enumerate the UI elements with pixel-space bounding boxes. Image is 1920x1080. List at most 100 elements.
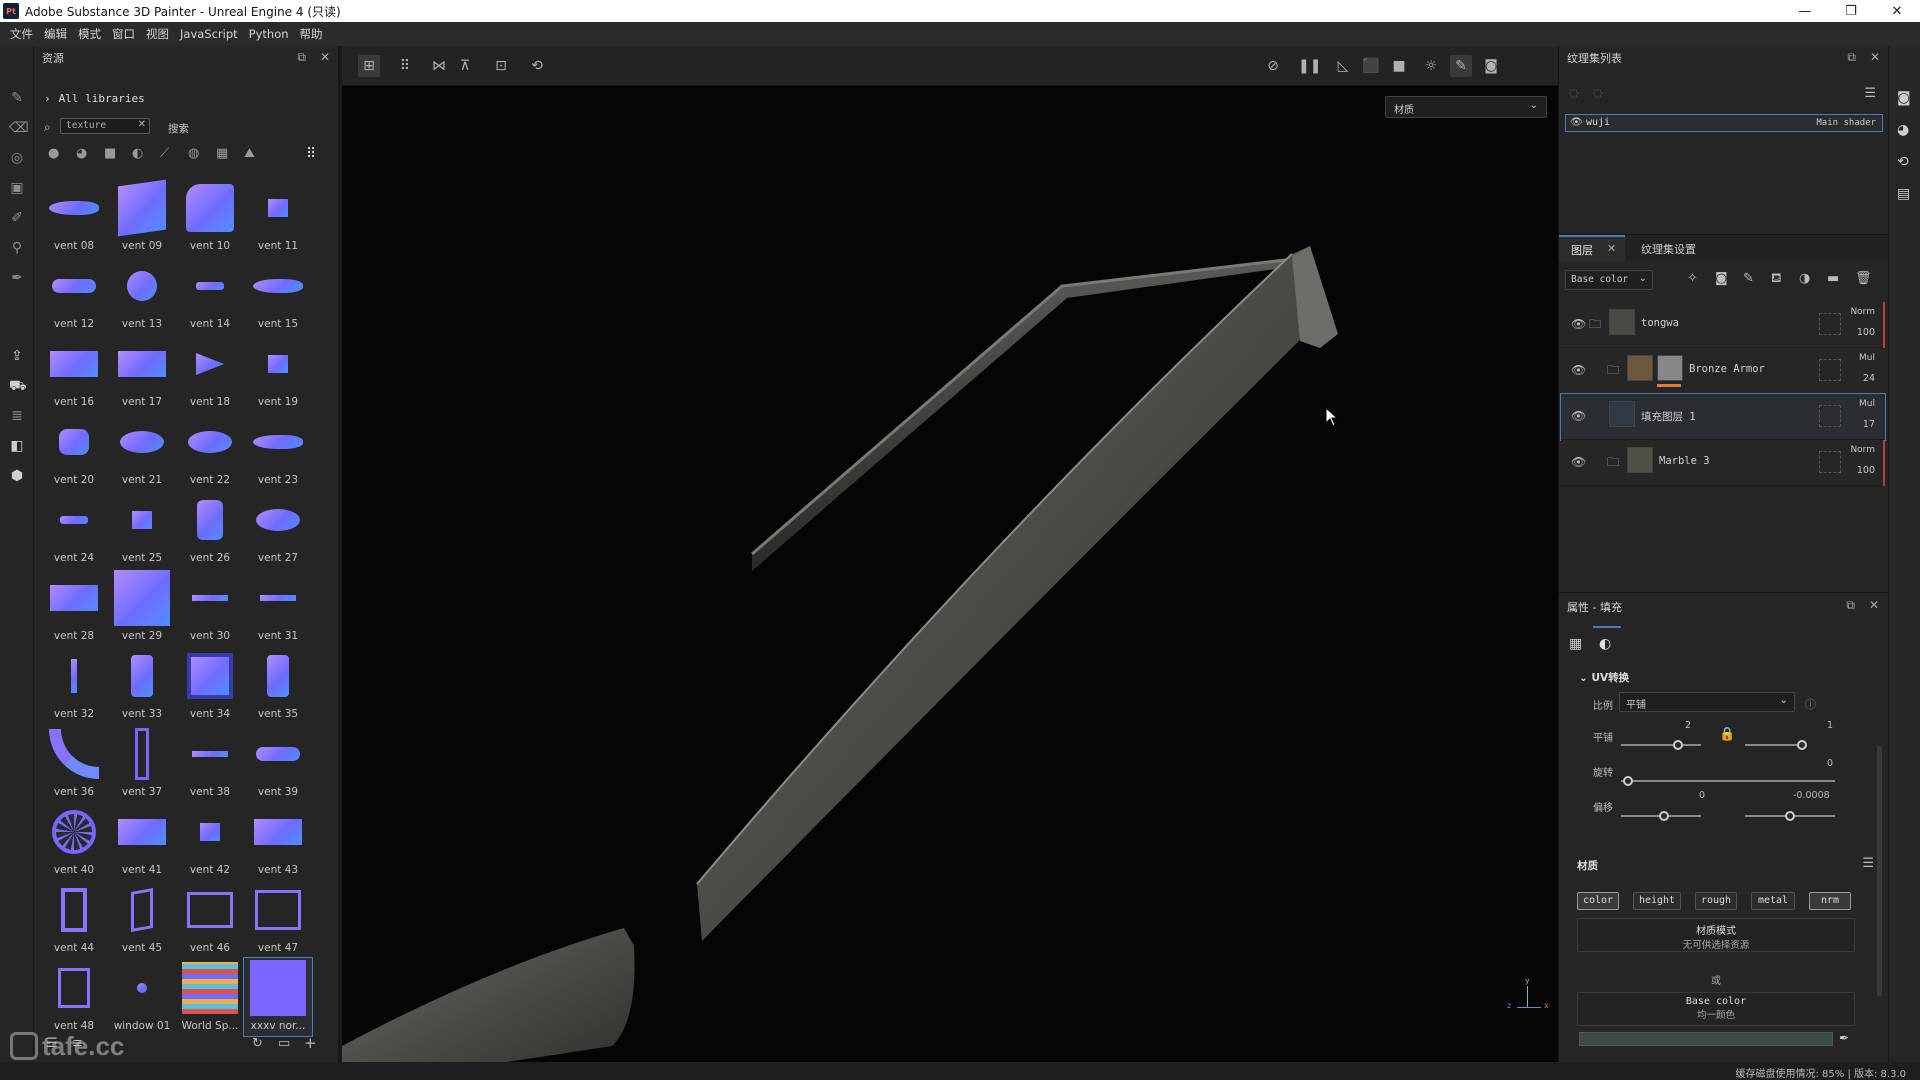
display-settings-icon[interactable]: ◕	[1897, 122, 1909, 138]
menu-lines-icon[interactable]: ☰	[1864, 86, 1876, 101]
asset-tile[interactable]: vent 41	[108, 802, 176, 880]
chip-nrm[interactable]: nrm	[1809, 892, 1851, 910]
asset-tile[interactable]: vent 11	[244, 178, 312, 256]
smart-material-layer-icon[interactable]: ◑	[1799, 271, 1810, 286]
close-panel-icon[interactable]: ✕	[1870, 50, 1880, 65]
grid-view-icon[interactable]: ⠿	[306, 146, 316, 162]
view-2d-icon[interactable]: ◺	[1332, 55, 1354, 77]
close-panel-icon[interactable]: ✕	[1869, 598, 1879, 612]
asset-tile[interactable]: vent 23	[244, 412, 312, 490]
menu-python[interactable]: Python	[249, 27, 289, 41]
frame-icon[interactable]: ⊡	[490, 55, 512, 77]
base-color-swatch[interactable]	[1579, 1032, 1833, 1046]
alpha-icon[interactable]: ◍	[188, 146, 199, 161]
material-properties-icon[interactable]: ◐	[1599, 636, 1611, 652]
history-icon[interactable]: ⟲	[526, 55, 548, 77]
asset-tile[interactable]: vent 25	[108, 490, 176, 568]
camera-icon[interactable]: ■	[1388, 55, 1410, 77]
asset-tile[interactable]: vent 20	[40, 412, 108, 490]
menu-file[interactable]: 文件	[10, 26, 33, 42]
asset-tile[interactable]: vent 28	[40, 568, 108, 646]
tile-v-knob[interactable]	[1797, 740, 1807, 750]
viewport-model[interactable]	[342, 86, 1558, 1062]
search-input[interactable]: texture ✕	[60, 118, 150, 134]
asset-tile[interactable]: vent 37	[108, 724, 176, 802]
asset-tile[interactable]: vent 26	[176, 490, 244, 568]
asset-tile[interactable]: vent 13	[108, 256, 176, 334]
light-icon[interactable]: ☼	[1420, 55, 1442, 77]
tab-layers[interactable]: 图层 ✕	[1559, 235, 1625, 261]
export-icon[interactable]: ⇪	[9, 348, 25, 364]
symmetry-y-icon[interactable]: ⊼	[454, 55, 476, 77]
asset-tile[interactable]: vent 18	[176, 334, 244, 412]
asset-tile[interactable]: vent 27	[244, 490, 312, 568]
clone-stamp-icon[interactable]: ⚲	[9, 240, 25, 256]
asset-tile[interactable]: vent 39	[244, 724, 312, 802]
asset-tile[interactable]: vent 22	[176, 412, 244, 490]
environment-icon[interactable]: ⛰	[244, 146, 255, 161]
asset-tile[interactable]: vent 29	[108, 568, 176, 646]
material-mode-box[interactable]: 材质模式 无可供选择资源	[1577, 918, 1855, 952]
asset-tile[interactable]: vent 08	[40, 178, 108, 256]
menu-view[interactable]: 视图	[146, 26, 169, 42]
tile-v-slider[interactable]	[1745, 744, 1805, 746]
menu-help[interactable]: 帮助	[300, 26, 323, 42]
effects-icon[interactable]: ✧	[1687, 271, 1698, 286]
asset-tile[interactable]: vent 16	[40, 334, 108, 412]
menu-javascript[interactable]: JavaScript	[180, 27, 238, 41]
close-panel-icon[interactable]: ✕	[320, 50, 330, 65]
uv-section-title[interactable]: ⌄ UV转换	[1579, 670, 1629, 685]
minimize-button[interactable]: —	[1782, 0, 1828, 22]
visibility-icon[interactable]: ◌	[1593, 86, 1603, 99]
shelf-icon[interactable]: ≣	[9, 408, 25, 424]
fill-properties-icon[interactable]: ▦	[1569, 636, 1582, 652]
base-color-box[interactable]: Base color 均一颜色	[1577, 992, 1855, 1026]
log-icon[interactable]: ▤	[1897, 186, 1910, 202]
paint-mode-icon[interactable]: ✎	[1450, 55, 1472, 77]
texture-set-item[interactable]: 👁 wuji Main shader	[1565, 114, 1883, 132]
offset-v-knob[interactable]	[1785, 811, 1795, 821]
asset-tile[interactable]: vent 31	[244, 568, 312, 646]
layer-mask-slot[interactable]	[1819, 451, 1841, 473]
layer-row-bronze-armor[interactable]: 👁 🗀 Bronze Armor Mul 24	[1561, 348, 1885, 394]
library-breadcrumb[interactable]: › All libraries	[44, 92, 145, 105]
pause-icon[interactable]: ❚❚	[1298, 55, 1321, 77]
view-3d-icon[interactable]: ⬛	[1360, 55, 1382, 77]
layer-mask-slot[interactable]	[1819, 359, 1841, 381]
chip-height[interactable]: height	[1633, 892, 1681, 910]
asset-tile[interactable]: vent 14	[176, 256, 244, 334]
color-picker-icon[interactable]: ✒	[9, 270, 25, 286]
asset-tile[interactable]: World Sp...	[176, 958, 244, 1036]
refresh-icon[interactable]: ↻	[252, 1036, 263, 1051]
asset-tile[interactable]: vent 47	[244, 880, 312, 958]
asset-tile[interactable]: vent 10	[176, 178, 244, 256]
chip-rough[interactable]: rough	[1695, 892, 1737, 910]
asset-tile[interactable]: vent 24	[40, 490, 108, 568]
material-icon[interactable]: ◐	[132, 146, 143, 161]
asset-tile[interactable]: vent 40	[40, 802, 108, 880]
asset-tile[interactable]: vent 15	[244, 256, 312, 334]
tab-texture-set-settings[interactable]: 纹理集设置	[1641, 241, 1696, 257]
lock-icon[interactable]: 🔒	[1719, 727, 1735, 742]
material-options-icon[interactable]: ☰	[1862, 856, 1874, 871]
asset-tile[interactable]: vent 32	[40, 646, 108, 724]
tile-u-knob[interactable]	[1673, 740, 1683, 750]
asset-tile[interactable]: xxxv nor...	[243, 957, 313, 1037]
add-fill-layer-icon[interactable]: ⛾	[1771, 271, 1782, 288]
asset-tile[interactable]: vent 42	[176, 802, 244, 880]
asset-tile[interactable]: vent 36	[40, 724, 108, 802]
scale-mode-dropdown[interactable]: 平铺 ⌄	[1619, 692, 1795, 712]
rotation-slider[interactable]	[1621, 780, 1835, 782]
visibility-off-icon[interactable]: ◌	[1569, 86, 1579, 99]
asset-tile[interactable]: vent 30	[176, 568, 244, 646]
channel-dropdown[interactable]: Base color ⌄	[1565, 270, 1653, 290]
plugins-icon[interactable]: ⬢	[9, 468, 25, 484]
tile-u-slider[interactable]	[1621, 744, 1701, 746]
clear-search-icon[interactable]: ✕	[138, 119, 146, 130]
close-window-button[interactable]: ✕	[1874, 0, 1920, 22]
texture-set-list-icon[interactable]: ◙	[1897, 90, 1911, 106]
layer-mask-slot[interactable]	[1819, 313, 1841, 335]
new-folder-icon[interactable]: ▭	[278, 1036, 290, 1051]
bake-icon[interactable]: ⛟	[9, 378, 27, 394]
polygon-fill-icon[interactable]: ▣	[9, 180, 25, 196]
